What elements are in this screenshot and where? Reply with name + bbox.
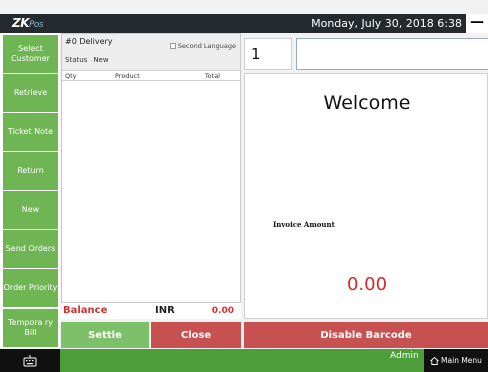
zkpos-logo: ZKPos: [12, 16, 44, 30]
keyboard-button[interactable]: [0, 349, 60, 372]
column-qty: Qty: [65, 72, 77, 80]
ticket-note-button[interactable]: Ticket Note: [3, 113, 58, 151]
logo-sub-text: Pos: [29, 20, 44, 30]
return-button[interactable]: Return: [3, 152, 58, 190]
pos-window: ZKPos Monday, July 30, 2018 6:38 — Selec…: [0, 0, 488, 372]
checkbox-icon[interactable]: [169, 43, 176, 49]
keyboard-icon[interactable]: [23, 354, 37, 367]
ticket-header: #0 Delivery Status New Second Language: [62, 34, 240, 71]
action-sidebar: Select Customer Retrieve Ticket Note Ret…: [0, 33, 60, 348]
minimize-button[interactable]: —: [466, 14, 488, 33]
main-menu-button[interactable]: Main Menu: [424, 349, 488, 372]
second-language-checkbox[interactable]: Second Language: [169, 42, 236, 50]
status-value: New: [93, 56, 109, 64]
status-label: Status: [65, 56, 88, 64]
main-menu-label: Main Menu: [441, 356, 482, 365]
disable-barcode-button[interactable]: Disable Barcode: [244, 322, 488, 348]
balance-row: Balance INR 0.00: [61, 303, 241, 319]
new-button[interactable]: New: [3, 191, 58, 229]
date-time: Monday, July 30, 2018 6:38: [311, 17, 462, 30]
select-customer-button[interactable]: Select Customer: [3, 35, 58, 73]
retrieve-button[interactable]: Retrieve: [3, 74, 58, 112]
ticket-panel: #0 Delivery Status New Second Language Qt…: [61, 33, 241, 303]
ticket-column-headers: Qty Product Total: [62, 72, 240, 81]
ticket-status: Status New: [65, 56, 115, 64]
title-bar: ZKPos Monday, July 30, 2018 6:38 —: [0, 14, 488, 33]
logged-in-user: Admin: [390, 351, 419, 361]
column-product: Product: [115, 72, 140, 80]
logo-main-text: ZK: [12, 16, 30, 30]
balance-label: Balance: [63, 305, 108, 316]
column-total: Total: [204, 72, 220, 80]
close-button[interactable]: Close: [151, 322, 241, 348]
welcome-text: Welcome: [323, 92, 411, 114]
invoice-amount-label: Invoice Amount: [273, 220, 335, 229]
home-icon: [430, 356, 439, 365]
balance-amount: 0.00: [211, 306, 234, 316]
invoice-amount-value: 0.00: [346, 274, 388, 295]
barcode-input[interactable]: [296, 38, 488, 70]
order-priority-button[interactable]: Order Priority: [3, 269, 58, 307]
quantity-field[interactable]: 1: [244, 38, 292, 70]
balance-currency: INR: [155, 305, 175, 316]
customer-display-panel: Welcome Invoice Amount 0.00: [244, 73, 488, 319]
status-bar: Admin Main Menu: [0, 349, 488, 372]
ticket-name: #0 Delivery: [65, 37, 113, 46]
send-orders-button[interactable]: Send Orders: [3, 230, 58, 268]
second-language-label: Second Language: [177, 42, 236, 50]
temporary-bill-button[interactable]: Tempora ry Bill: [3, 309, 58, 347]
settle-button[interactable]: Settle: [61, 322, 149, 348]
